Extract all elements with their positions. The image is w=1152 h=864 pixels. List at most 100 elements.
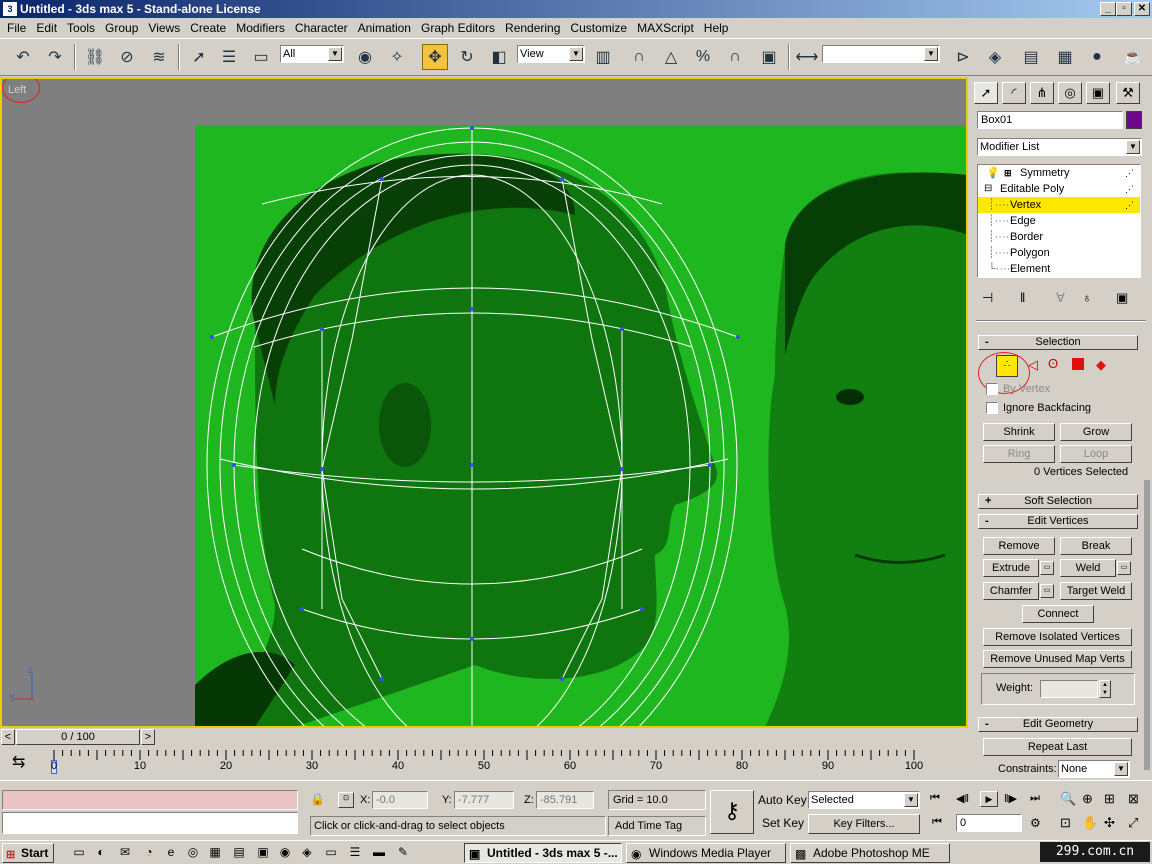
menu-rendering[interactable]: Rendering [500, 21, 565, 35]
go-to-start-icon[interactable]: ⏮ [930, 792, 940, 805]
go-to-end-icon[interactable]: ⏭ [1030, 792, 1040, 805]
lightbulb-icon[interactable]: 💡 [986, 165, 1000, 181]
loop-button[interactable]: Loop [1060, 445, 1132, 463]
key-mode-dropdown[interactable]: Selected ▼ [808, 791, 920, 809]
ignore-backfacing-checkbox[interactable] [986, 402, 998, 414]
key-mode-toggle-icon[interactable]: ⏮ [932, 816, 942, 829]
chamfer-button[interactable]: Chamfer [983, 582, 1039, 600]
spinner-snap-icon[interactable]: ∩ [722, 44, 748, 70]
stack-item-border[interactable]: ┊····· Border [978, 229, 1140, 245]
time-slider-prev-button[interactable]: < [1, 729, 15, 745]
hierarchy-tab-icon[interactable]: ⋔ [1030, 82, 1054, 104]
weld-settings-icon[interactable]: ▭ [1117, 561, 1131, 575]
redo-icon[interactable]: ↷ [42, 44, 68, 70]
stack-item-polygon[interactable]: ┊····· Polygon [978, 245, 1140, 261]
menu-group[interactable]: Group [100, 21, 143, 35]
constraints-dropdown[interactable]: None ▼ [1058, 760, 1130, 778]
menu-graph-editors[interactable]: Graph Editors [416, 21, 500, 35]
show-desktop-icon[interactable]: ▭ [70, 844, 88, 860]
quicklaunch-icon-1[interactable]: ◐ [92, 844, 110, 860]
next-frame-icon[interactable]: ‖▶ [1004, 792, 1017, 805]
menu-create[interactable]: Create [185, 21, 231, 35]
schematic-view-icon[interactable]: ▦ [1052, 44, 1078, 70]
menu-views[interactable]: Views [143, 21, 185, 35]
quicklaunch-icon-2[interactable]: ✉ [116, 844, 134, 860]
absolute-mode-icon[interactable]: ⊡ [338, 792, 354, 808]
material-editor-icon[interactable]: ● [1084, 44, 1110, 70]
maximize-viewport-icon[interactable]: ⤢ [1128, 815, 1138, 831]
key-icon[interactable]: ⚷ [710, 790, 754, 834]
quicklaunch-icon-11[interactable]: ▭ [322, 844, 340, 860]
edit-named-selection-icon[interactable]: ▣ [756, 44, 782, 70]
by-vertex-checkbox[interactable] [986, 383, 998, 395]
render-scene-icon[interactable]: ☕ [1120, 44, 1146, 70]
motion-tab-icon[interactable]: ◎ [1058, 82, 1082, 104]
pivot-point-icon[interactable]: ▥ [590, 44, 616, 70]
add-time-tag-button[interactable]: Add Time Tag [608, 816, 706, 836]
maximize-button[interactable]: ▫ [1116, 2, 1132, 16]
modify-tab-icon[interactable]: ◜ [1002, 82, 1026, 104]
quicklaunch-icon-13[interactable]: ▬ [370, 844, 388, 860]
key-filters-button[interactable]: Key Filters... [808, 814, 920, 834]
menu-help[interactable]: Help [699, 21, 734, 35]
object-color-swatch[interactable] [1126, 111, 1142, 129]
expand-plus-icon[interactable]: ⊞ [1004, 165, 1012, 181]
mirror-icon[interactable]: ⊳ [950, 44, 976, 70]
play-icon[interactable]: ▶ [980, 791, 998, 807]
taskbar-item-photoshop[interactable]: ▩ Adobe Photoshop ME [790, 843, 950, 863]
quicklaunch-icon-8[interactable]: ▣ [254, 844, 272, 860]
menu-file[interactable]: File [2, 21, 31, 35]
select-and-move-icon[interactable]: ✥ [422, 44, 448, 70]
named-selection-icon[interactable]: ⟷ [794, 44, 820, 70]
utilities-tab-icon[interactable]: ⚒ [1116, 82, 1140, 104]
bind-space-warp-icon[interactable]: ≋ [146, 44, 172, 70]
weld-button[interactable]: Weld [1060, 559, 1116, 577]
break-button[interactable]: Break [1060, 537, 1132, 555]
left-viewport[interactable]: Left z y [0, 77, 968, 728]
display-tab-icon[interactable]: ▣ [1086, 82, 1110, 104]
app-icon[interactable]: 3 [3, 2, 17, 16]
region-zoom-icon[interactable]: ⊡ [1060, 815, 1071, 831]
previous-frame-icon[interactable]: ◀‖ [956, 792, 969, 805]
repeat-last-button[interactable]: Repeat Last [983, 738, 1132, 756]
z-coordinate-field[interactable]: -85.791 [536, 791, 594, 809]
remove-modifier-icon[interactable]: ♁ [1082, 290, 1092, 305]
percent-snap-icon[interactable]: % [690, 44, 716, 70]
named-selection-set-dropdown[interactable]: ▼ [822, 45, 940, 63]
zoom-icon[interactable]: 🔍 [1060, 791, 1076, 807]
pan-icon[interactable]: ✋ [1082, 815, 1098, 831]
select-by-name-icon[interactable]: ☰ [216, 44, 242, 70]
menu-character[interactable]: Character [290, 21, 353, 35]
menu-animation[interactable]: Animation [353, 21, 416, 35]
quicklaunch-icon-12[interactable]: ☰ [346, 844, 364, 860]
zoom-extents-all-icon[interactable]: ⊠ [1128, 791, 1139, 807]
show-end-result-icon[interactable]: ‖ [1020, 290, 1025, 305]
taskbar-item-3ds-max[interactable]: ▣ Untitled - 3ds max 5 -... [464, 843, 622, 863]
current-frame-field[interactable]: 0 [956, 814, 1022, 832]
zoom-extents-icon[interactable]: ⊞ [1104, 791, 1115, 807]
soft-selection-rollout-header[interactable]: + Soft Selection [978, 494, 1138, 509]
extrude-settings-icon[interactable]: ▭ [1040, 561, 1054, 575]
target-weld-button[interactable]: Target Weld [1060, 582, 1132, 600]
rectangular-selection-icon[interactable]: ▭ [248, 44, 274, 70]
shrink-button[interactable]: Shrink [983, 423, 1055, 441]
panel-scrollbar[interactable] [1144, 480, 1150, 770]
create-tab-icon[interactable]: ➚ [974, 82, 998, 104]
quicklaunch-icon-7[interactable]: ▤ [230, 844, 248, 860]
weight-spinner-icon[interactable]: ▲ ▼ [1099, 680, 1111, 698]
configure-modifier-sets-icon[interactable]: ▣ [1116, 290, 1128, 306]
stack-item-vertex[interactable]: ┊····· Vertex ⋰ [978, 197, 1140, 213]
select-and-manipulate-icon[interactable]: ◉ [352, 44, 378, 70]
ring-button[interactable]: Ring [983, 445, 1055, 463]
remove-unused-map-verts-button[interactable]: Remove Unused Map Verts [983, 650, 1132, 668]
collapse-minus-icon[interactable]: ⊟ [984, 181, 992, 197]
select-and-rotate-icon[interactable]: ↻ [454, 44, 480, 70]
stack-item-editable-poly[interactable]: ⊟ Editable Poly ⋰ [978, 181, 1140, 197]
remove-isolated-vertices-button[interactable]: Remove Isolated Vertices [983, 628, 1132, 646]
pin-stack-icon[interactable]: ⊣ [982, 290, 993, 306]
quicklaunch-icon-14[interactable]: ✎ [394, 844, 412, 860]
maxscript-listener-mini[interactable] [2, 790, 298, 810]
element-mode-icon[interactable]: ◆ [1096, 357, 1106, 373]
stack-item-edge[interactable]: ┊····· Edge [978, 213, 1140, 229]
quicklaunch-icon-5[interactable]: ◎ [184, 844, 202, 860]
